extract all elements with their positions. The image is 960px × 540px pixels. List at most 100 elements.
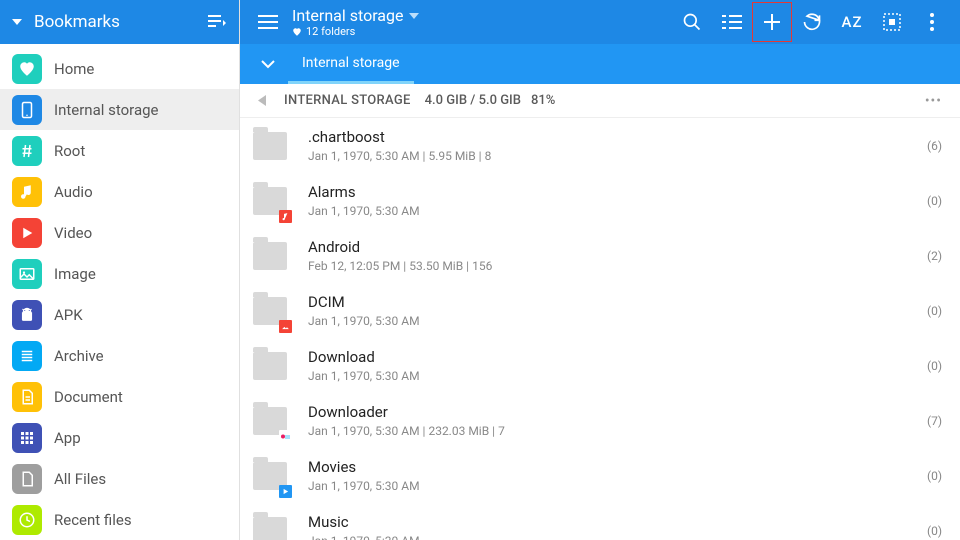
sidebar-item-label: Archive <box>54 347 104 365</box>
sidebar-item-internal-storage[interactable]: Internal storage <box>0 89 239 130</box>
breadcrumb-percent: 81% <box>531 93 555 108</box>
sidebar-item-recent-files[interactable]: Recent files <box>0 499 239 540</box>
sidebar-item-archive[interactable]: Archive <box>0 335 239 376</box>
file-name: Download <box>308 348 927 366</box>
sidebar-title: Bookmarks <box>34 12 207 32</box>
file-row[interactable]: Download Jan 1, 1970, 5:30 AM (0) <box>240 338 960 393</box>
file-name: Android <box>308 238 927 256</box>
file-icon <box>12 464 42 494</box>
appbar-subtitle: 12 folders <box>306 25 355 38</box>
sidebar-item-image[interactable]: Image <box>0 253 239 294</box>
folder-icon <box>250 401 290 441</box>
file-count: (0) <box>927 524 942 538</box>
dropdown-icon <box>409 13 419 19</box>
image-icon <box>12 259 42 289</box>
sidebar-item-apk[interactable]: APK <box>0 294 239 335</box>
file-meta: Jan 1, 1970, 5:30 AM | 232.03 MiB | 7 <box>308 424 927 438</box>
sidebar-item-label: Image <box>54 265 96 283</box>
file-name: Alarms <box>308 183 927 201</box>
select-button[interactable] <box>872 2 912 42</box>
file-count: (0) <box>927 469 942 483</box>
file-row[interactable]: Movies Jan 1, 1970, 5:30 AM (0) <box>240 448 960 503</box>
main: Internal storage 12 folders AZ <box>240 0 960 540</box>
heart-icon <box>292 27 302 37</box>
play-badge-icon <box>279 485 292 498</box>
tabbar: Internal storage <box>240 44 960 84</box>
sidebar: Bookmarks Home Internal storage Root Audio V… <box>0 0 240 540</box>
breadcrumb: INTERNAL STORAGE 4.0 GIB / 5.0 GIB 81% •… <box>240 84 960 118</box>
sidebar-item-label: Internal storage <box>54 101 159 119</box>
play-icon <box>12 218 42 248</box>
file-row[interactable]: Alarms Jan 1, 1970, 5:30 AM (0) <box>240 173 960 228</box>
sidebar-header: Bookmarks <box>0 0 239 44</box>
file-name: DCIM <box>308 293 927 311</box>
file-count: (0) <box>927 304 942 318</box>
breadcrumb-more-icon[interactable]: ••• <box>925 93 942 109</box>
file-count: (2) <box>927 249 942 263</box>
apps-icon <box>12 423 42 453</box>
tab-expand-button[interactable] <box>248 60 288 69</box>
file-meta: Feb 12, 12:05 PM | 53.50 MiB | 156 <box>308 259 927 273</box>
sidebar-item-label: Root <box>54 142 85 160</box>
more-button[interactable] <box>912 2 952 42</box>
file-name: .chartboost <box>308 128 927 146</box>
appbar-title-block[interactable]: Internal storage 12 folders <box>292 6 672 38</box>
heart-icon <box>12 54 42 84</box>
sidebar-item-app[interactable]: App <box>0 417 239 458</box>
file-meta: Jan 1, 1970, 5:30 AM <box>308 534 927 540</box>
appbar-actions: AZ <box>672 2 952 42</box>
playlist-edit-icon[interactable] <box>207 14 227 30</box>
file-row[interactable]: .chartboost Jan 1, 1970, 5:30 AM | 5.95 … <box>240 118 960 173</box>
folder-icon <box>250 181 290 221</box>
sidebar-item-home[interactable]: Home <box>0 48 239 89</box>
sidebar-list: Home Internal storage Root Audio Video Image A… <box>0 44 239 540</box>
tab-label: Internal storage <box>302 55 400 71</box>
menu-button[interactable] <box>248 15 288 29</box>
sidebar-item-label: All Files <box>54 470 106 488</box>
nav-back-icon[interactable] <box>258 95 266 106</box>
file-list[interactable]: .chartboost Jan 1, 1970, 5:30 AM | 5.95 … <box>240 118 960 540</box>
search-button[interactable] <box>672 2 712 42</box>
appbar-title: Internal storage <box>292 6 403 25</box>
sidebar-item-audio[interactable]: Audio <box>0 171 239 212</box>
android-icon <box>12 300 42 330</box>
breadcrumb-size: 4.0 GIB / 5.0 GIB <box>425 93 521 108</box>
sidebar-item-label: App <box>54 429 81 447</box>
sidebar-item-all-files[interactable]: All Files <box>0 458 239 499</box>
dropdown-icon[interactable] <box>12 19 22 25</box>
sort-az-button[interactable]: AZ <box>832 2 872 42</box>
refresh-button[interactable] <box>792 2 832 42</box>
file-row[interactable]: DCIM Jan 1, 1970, 5:30 AM (0) <box>240 283 960 338</box>
file-name: Movies <box>308 458 927 476</box>
file-count: (7) <box>927 414 942 428</box>
sidebar-item-label: Home <box>54 60 94 78</box>
sidebar-item-document[interactable]: Document <box>0 376 239 417</box>
sidebar-item-label: APK <box>54 306 83 324</box>
file-meta: Jan 1, 1970, 5:30 AM | 5.95 MiB | 8 <box>308 149 927 163</box>
file-meta: Jan 1, 1970, 5:30 AM <box>308 314 927 328</box>
doc-icon <box>12 382 42 412</box>
folder-icon <box>250 236 290 276</box>
file-row[interactable]: Downloader Jan 1, 1970, 5:30 AM | 232.03… <box>240 393 960 448</box>
hash-icon <box>12 136 42 166</box>
appbar: Internal storage 12 folders AZ <box>240 0 960 44</box>
file-row[interactable]: Music Jan 1, 1970, 5:30 AM (0) <box>240 503 960 540</box>
folder-icon <box>250 511 290 540</box>
sidebar-item-root[interactable]: Root <box>0 130 239 171</box>
note-icon <box>12 177 42 207</box>
downloader-badge-icon <box>279 430 292 443</box>
file-count: (0) <box>927 194 942 208</box>
folder-icon <box>250 456 290 496</box>
clock-icon <box>12 505 42 535</box>
file-row[interactable]: Android Feb 12, 12:05 PM | 53.50 MiB | 1… <box>240 228 960 283</box>
add-button[interactable] <box>752 2 792 42</box>
sidebar-item-label: Video <box>54 224 92 242</box>
folder-icon <box>250 126 290 166</box>
file-count: (6) <box>927 139 942 153</box>
sidebar-item-video[interactable]: Video <box>0 212 239 253</box>
tab-internal-storage[interactable]: Internal storage <box>288 44 414 84</box>
file-name: Music <box>308 513 927 531</box>
file-meta: Jan 1, 1970, 5:30 AM <box>308 369 927 383</box>
breadcrumb-location[interactable]: INTERNAL STORAGE <box>284 93 411 108</box>
view-list-button[interactable] <box>712 2 752 42</box>
